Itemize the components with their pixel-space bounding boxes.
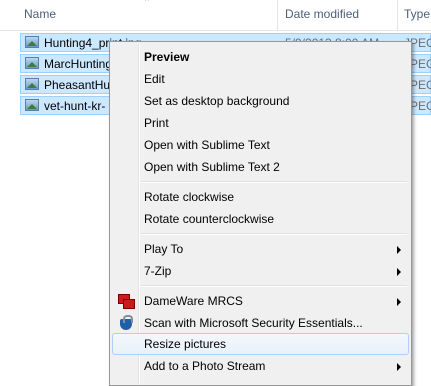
menu-item-dameware-mrcs[interactable]: DameWare MRCS [112,290,409,312]
menu-item-label: Set as desktop background [144,94,290,108]
image-file-icon [25,57,39,69]
menu-item-7-zip[interactable]: 7-Zip [112,260,409,282]
menu-item-label: Add to a Photo Stream [144,359,266,373]
file-name: PheasantHu [44,78,111,92]
column-divider[interactable] [397,0,398,30]
menu-item-scan-security-essentials[interactable]: Scan with Microsoft Security Essentials.… [112,312,409,334]
menu-item-resize-pictures[interactable]: Resize pictures [112,333,409,355]
menu-item-label: Open with Sublime Text [144,138,270,152]
menu-item-label: Scan with Microsoft Security Essentials.… [144,316,363,330]
menu-item-label: Play To [144,242,184,256]
menu-item-preview[interactable]: Preview [112,46,409,68]
menu-item-label: Rotate counterclockwise [144,212,275,226]
menu-item-label: Edit [144,72,165,86]
dameware-icon [118,293,135,309]
menu-item-print[interactable]: Print [112,112,409,134]
menu-item-label: Rotate clockwise [144,190,235,204]
column-header: ⌃ Name Date modified Type [0,0,431,31]
menu-separator [141,285,407,287]
menu-item-label: 7-Zip [144,264,172,278]
submenu-arrow-icon [397,246,401,254]
file-name: MarcHunting [44,57,113,71]
sort-ascending-icon[interactable]: ⌃ [143,0,151,8]
menu-item-open-sublime-text-2[interactable]: Open with Sublime Text 2 [112,156,409,178]
column-date-modified[interactable]: Date modified [285,7,359,21]
menu-item-rotate-clockwise[interactable]: Rotate clockwise [112,186,409,208]
file-name: vet-hunt-kr- [44,99,106,113]
column-type[interactable]: Type [404,7,430,21]
menu-item-play-to[interactable]: Play To [112,238,409,260]
image-file-icon [25,99,39,111]
submenu-arrow-icon [397,363,401,371]
menu-item-set-desktop-background[interactable]: Set as desktop background [112,90,409,112]
security-shield-icon [119,315,133,331]
menu-item-rotate-counterclockwise[interactable]: Rotate counterclockwise [112,208,409,230]
menu-item-label: Open with Sublime Text 2 [144,160,280,174]
image-file-icon [25,78,39,90]
menu-item-add-to-photo-stream[interactable]: Add to a Photo Stream [112,355,409,377]
column-name[interactable]: Name [24,7,56,21]
image-file-icon [25,36,39,48]
menu-separator [141,181,407,183]
menu-item-open-sublime-text[interactable]: Open with Sublime Text [112,134,409,156]
menu-item-label: Preview [144,50,190,64]
menu-separator [141,233,407,235]
menu-item-label: Resize pictures [144,337,227,351]
menu-item-label: Print [144,116,169,130]
submenu-arrow-icon [397,268,401,276]
submenu-arrow-icon [397,298,401,306]
context-menu: Preview Edit Set as desktop background P… [109,41,412,386]
column-divider[interactable] [277,0,278,30]
menu-item-label: DameWare MRCS [144,294,243,308]
menu-item-edit[interactable]: Edit [112,68,409,90]
